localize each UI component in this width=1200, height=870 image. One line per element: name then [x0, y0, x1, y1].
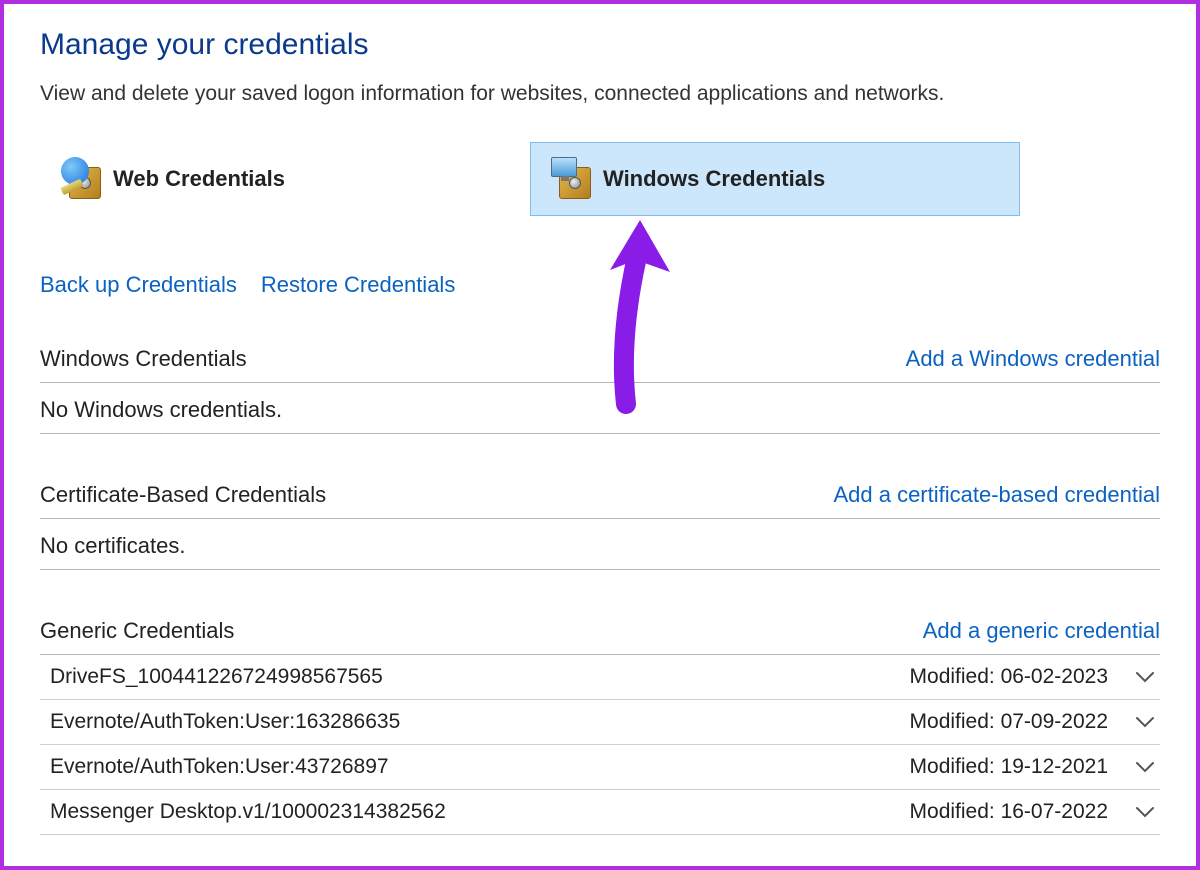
- chevron-down-icon[interactable]: [1136, 800, 1154, 824]
- restore-credentials-link[interactable]: Restore Credentials: [261, 272, 455, 298]
- credential-row[interactable]: Evernote/AuthToken:User:43726897 Modified…: [40, 745, 1160, 790]
- credential-name: Evernote/AuthToken:User:163286635: [50, 710, 400, 734]
- chevron-down-icon[interactable]: [1136, 755, 1154, 779]
- windows-credentials-icon: [551, 157, 595, 201]
- generic-credentials-section: Generic Credentials Add a generic creden…: [40, 610, 1160, 835]
- credential-modified-text: Modified: 07-09-2022: [910, 710, 1108, 734]
- windows-credentials-heading: Windows Credentials: [40, 346, 247, 372]
- chevron-down-icon[interactable]: [1136, 710, 1154, 734]
- certificate-credentials-section: Certificate-Based Credentials Add a cert…: [40, 474, 1160, 570]
- page-title: Manage your credentials: [40, 28, 1160, 62]
- certificate-credentials-empty: No certificates.: [40, 519, 1160, 570]
- generic-credentials-heading: Generic Credentials: [40, 618, 234, 644]
- tab-windows-credentials[interactable]: Windows Credentials: [530, 142, 1020, 216]
- page-subtitle: View and delete your saved logon informa…: [40, 82, 1160, 106]
- credential-row[interactable]: DriveFS_100441226724998567565 Modified: 0…: [40, 655, 1160, 700]
- credential-modified: Modified: 19-12-2021: [910, 755, 1154, 779]
- chevron-down-icon[interactable]: [1136, 665, 1154, 689]
- backup-credentials-link[interactable]: Back up Credentials: [40, 272, 237, 298]
- tab-windows-label: Windows Credentials: [603, 166, 825, 192]
- credential-row[interactable]: Messenger Desktop.v1/100002314382562 Modi…: [40, 790, 1160, 835]
- credential-modified-text: Modified: 16-07-2022: [910, 800, 1108, 824]
- certificate-credentials-heading: Certificate-Based Credentials: [40, 482, 326, 508]
- add-generic-credential-link[interactable]: Add a generic credential: [923, 618, 1160, 644]
- credential-modified: Modified: 16-07-2022: [910, 800, 1154, 824]
- credential-name: DriveFS_100441226724998567565: [50, 665, 383, 689]
- tab-web-label: Web Credentials: [113, 166, 285, 192]
- credential-modified: Modified: 07-09-2022: [910, 710, 1154, 734]
- tab-web-credentials[interactable]: Web Credentials: [40, 142, 530, 216]
- add-certificate-credential-link[interactable]: Add a certificate-based credential: [833, 482, 1160, 508]
- credential-modified-text: Modified: 19-12-2021: [910, 755, 1108, 779]
- credential-type-tabs: Web Credentials Windows Credentials: [40, 142, 1160, 216]
- web-credentials-icon: [61, 157, 105, 201]
- windows-credentials-section: Windows Credentials Add a Windows creden…: [40, 338, 1160, 434]
- add-windows-credential-link[interactable]: Add a Windows credential: [906, 346, 1160, 372]
- credential-name: Evernote/AuthToken:User:43726897: [50, 755, 389, 779]
- credential-name: Messenger Desktop.v1/100002314382562: [50, 800, 446, 824]
- credential-modified: Modified: 06-02-2023: [910, 665, 1154, 689]
- windows-credentials-empty: No Windows credentials.: [40, 383, 1160, 434]
- credential-actions: Back up Credentials Restore Credentials: [40, 272, 1160, 298]
- credential-row[interactable]: Evernote/AuthToken:User:163286635 Modifie…: [40, 700, 1160, 745]
- credential-modified-text: Modified: 06-02-2023: [910, 665, 1108, 689]
